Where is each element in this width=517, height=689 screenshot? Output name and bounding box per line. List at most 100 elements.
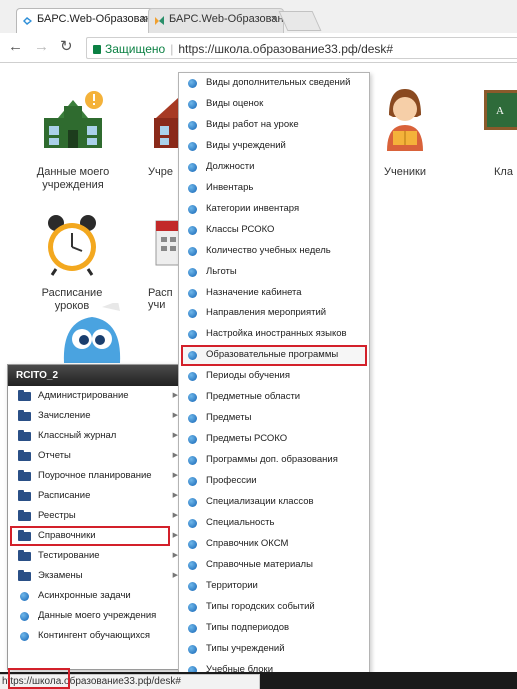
submenu-item-label: Классы РСОКО	[206, 223, 275, 235]
submenu-item-label: Настройка иностранных языков	[206, 328, 347, 340]
submenu-item-label: Образовательные программы	[206, 349, 339, 361]
submenu-item-label: Назначение кабинета	[206, 286, 302, 298]
submenu-item-label: Специализации классов	[206, 496, 314, 508]
start-menu-item[interactable]: Данные моего учреждения	[8, 606, 187, 626]
submenu-item[interactable]: Настройка иностранных языков	[179, 324, 369, 345]
submenu-item[interactable]: Типы учреждений	[179, 639, 369, 660]
start-menu-item-label: Реестры	[38, 510, 76, 521]
bullet-icon	[188, 602, 197, 612]
start-menu-item[interactable]: Зачисление ▶	[8, 406, 187, 426]
submenu-item-label: Типы учреждений	[206, 642, 285, 654]
start-menu-item[interactable]: Отчеты ▶	[8, 446, 187, 466]
submenu-item[interactable]: Виды работ на уроке	[179, 115, 369, 136]
alarm-clock-icon	[48, 215, 96, 276]
start-button-highlight[interactable]	[8, 668, 70, 689]
submenu-item[interactable]: Специальность	[179, 513, 369, 534]
bullet-icon	[188, 267, 197, 277]
submenu-item[interactable]: Справочник ОКСМ	[179, 534, 369, 555]
submenu-item[interactable]: Предметы РСОКО	[179, 429, 369, 450]
bullet-icon	[188, 141, 197, 151]
tab-inactive[interactable]: БАРС.Web-Образован ×	[148, 8, 284, 33]
url-separator: |	[170, 42, 174, 56]
submenu-item[interactable]: Программы доп. образования	[179, 450, 369, 471]
folder-icon	[18, 570, 31, 581]
submenu-item[interactable]: Льготы	[179, 262, 369, 283]
tab-active[interactable]: БАРС.Web-Образован ×	[16, 8, 154, 33]
start-menu-item[interactable]: Тестирование ▶	[8, 546, 187, 566]
tab-strip: БАРС.Web-Образован × БАРС.Web-Образован …	[0, 0, 517, 33]
bullet-icon	[188, 309, 197, 319]
start-menu-item[interactable]: Классный журнал ▶	[8, 426, 187, 446]
tile-students[interactable]: Ученики	[370, 81, 440, 179]
start-menu-list: Администрирование ▶ Зачисление ▶ Классный жу…	[8, 386, 187, 646]
start-menu-item-label: Контингент обучающихся	[38, 630, 151, 641]
back-arrow-icon[interactable]: ←	[8, 39, 23, 54]
url-field[interactable]: Защищено | https://школа.образование33.рф/…	[86, 37, 517, 59]
start-menu-item-label: Асинхронные задачи	[38, 590, 131, 601]
submenu-item-label: Справочные материалы	[206, 558, 313, 570]
bullet-icon	[188, 183, 197, 193]
folder-icon	[18, 490, 31, 501]
bullet-icon	[20, 632, 29, 641]
bars-favicon-icon	[155, 16, 164, 25]
submenu-item-label: Категории инвентаря	[206, 202, 300, 214]
folder-icon	[18, 510, 31, 521]
submenu-item[interactable]: Направления мероприятий	[179, 303, 369, 324]
start-menu-item[interactable]: Экзамены ▶	[8, 566, 187, 586]
start-menu-item-label: Зачисление	[38, 410, 91, 421]
submenu-item[interactable]: Территории	[179, 576, 369, 597]
start-menu-item-label: Классный журнал	[38, 430, 117, 441]
start-menu-item[interactable]: Администрирование ▶	[8, 386, 187, 406]
submenu-item[interactable]: Виды оценок	[179, 94, 369, 115]
start-menu-item[interactable]: Асинхронные задачи	[8, 586, 187, 606]
student-icon	[387, 89, 423, 151]
url-path: /desk#	[357, 42, 394, 56]
start-menu-item[interactable]: Поурочное планирование ▶	[8, 466, 187, 486]
start-menu-item-label: Администрирование	[38, 390, 129, 401]
submenu-item[interactable]: Типы подпериодов	[179, 618, 369, 639]
forward-arrow-icon[interactable]: →	[34, 39, 49, 54]
submenu-item[interactable]: Справочные материалы	[179, 555, 369, 576]
folder-icon	[18, 450, 31, 461]
submenu-item[interactable]: Предметные области	[179, 387, 369, 408]
tile-label: Данные моего учреждения	[36, 166, 110, 191]
close-tab-icon[interactable]: ×	[141, 13, 147, 25]
url-host: https://школа.образование33.рф	[178, 42, 358, 56]
start-menu-item[interactable]: Расписание ▶	[8, 486, 187, 506]
submenu-item[interactable]: Виды учреждений	[179, 136, 369, 157]
start-menu-item-label: Тестирование	[38, 550, 100, 561]
bullet-icon	[188, 560, 197, 570]
bullet-icon	[188, 330, 197, 340]
start-menu-item[interactable]: Контингент обучающихся	[8, 626, 187, 646]
tile-my-institution[interactable]: Данные моего учреждения	[28, 86, 118, 192]
reload-icon[interactable]: ↻	[60, 39, 73, 54]
tile-classes[interactable]: A Кла	[484, 86, 517, 179]
submenu-item[interactable]: Должности	[179, 157, 369, 178]
folder-icon	[18, 390, 31, 401]
submenu-item[interactable]: Назначение кабинета	[179, 283, 369, 304]
new-tab-button[interactable]	[278, 11, 322, 31]
submenu-item[interactable]: Виды дополнительных сведений	[179, 73, 369, 94]
start-menu-item[interactable]: Справочники ▶	[8, 526, 187, 546]
bullet-icon	[188, 204, 197, 214]
bullet-icon	[188, 372, 197, 382]
submenu-item[interactable]: Типы городских событий	[179, 597, 369, 618]
submenu-item[interactable]: Предметы	[179, 408, 369, 429]
submenu-item[interactable]: Инвентарь	[179, 178, 369, 199]
reference-submenu-list: Виды дополнительных сведений Виды оценок В…	[179, 73, 369, 688]
submenu-item[interactable]: Категории инвентаря	[179, 199, 369, 220]
submenu-item-label: Территории	[206, 579, 258, 591]
tile-lesson-schedule[interactable]: Расписание уроков	[30, 211, 114, 313]
submenu-item[interactable]: Образовательные программы	[179, 345, 369, 367]
start-menu-item[interactable]: Реестры ▶	[8, 506, 187, 526]
submenu-item[interactable]: Специализации классов	[179, 492, 369, 513]
submenu-item[interactable]: Количество учебных недель	[179, 241, 369, 262]
submenu-item[interactable]: Профессии	[179, 471, 369, 492]
submenu-item[interactable]: Классы РСОКО	[179, 220, 369, 241]
submenu-item[interactable]: Периоды обучения	[179, 366, 369, 387]
tab-title: БАРС.Web-Образован	[37, 13, 152, 25]
bullet-icon	[188, 225, 197, 235]
close-tab-icon[interactable]: ×	[271, 13, 277, 25]
submenu-item-label: Предметы РСОКО	[206, 433, 288, 445]
start-menu-title: RCITO_2	[8, 365, 187, 386]
